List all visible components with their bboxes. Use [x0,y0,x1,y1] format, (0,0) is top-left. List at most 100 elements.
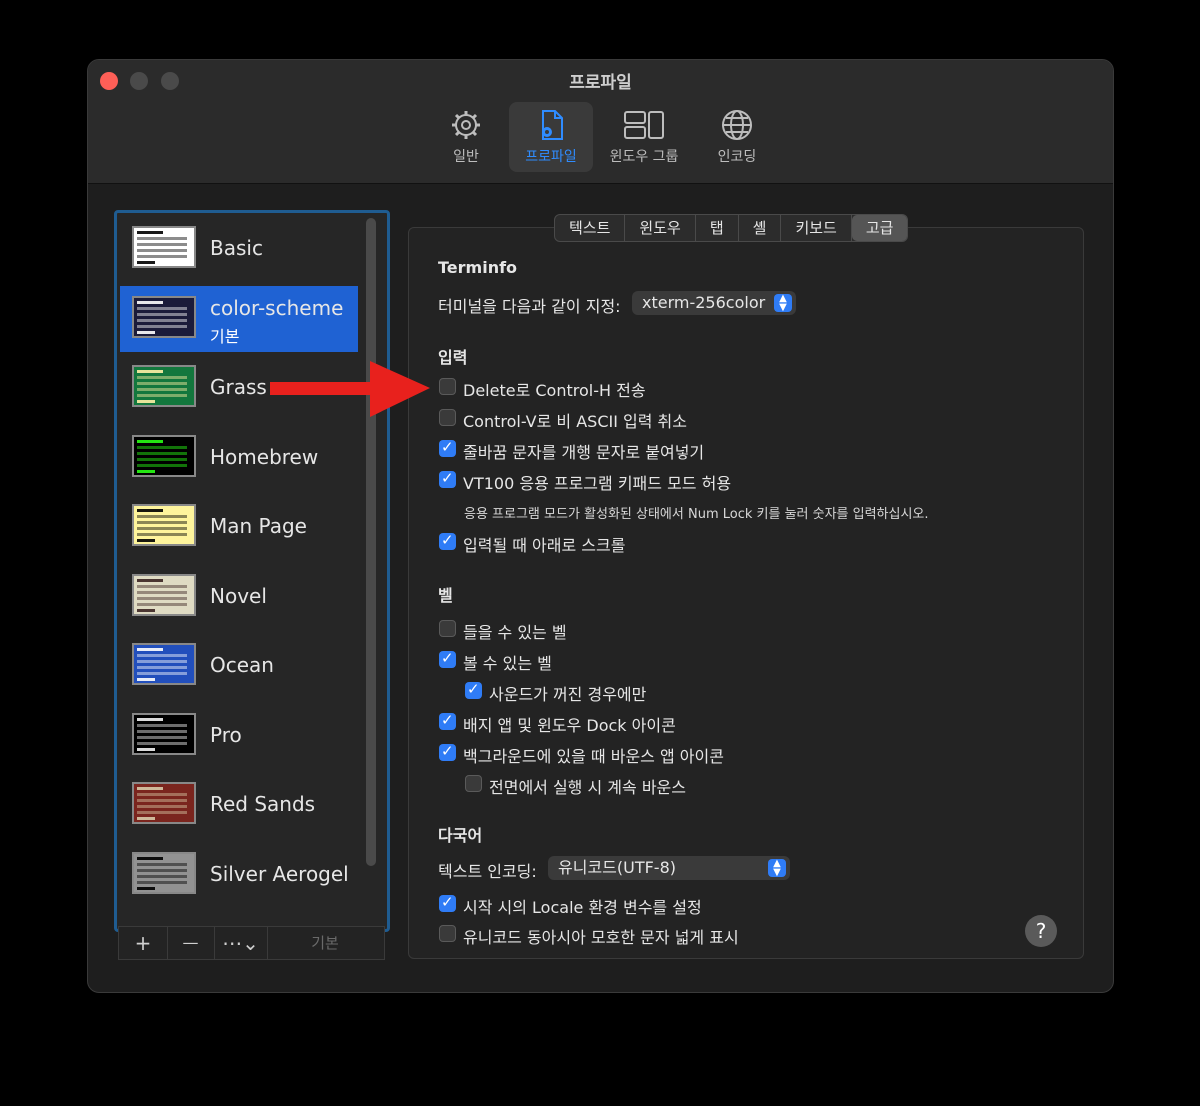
toolbar-window-groups-label: 윈도우 그룹 [609,149,679,165]
terminal-type-label: 터미널을 다음과 같이 지정: [438,297,621,316]
set-default-button[interactable]: 기본 [267,927,383,959]
more-actions-button[interactable]: ⋯⌄ [214,927,268,959]
input-option-label-1: Control-V로 비 ASCII 입력 취소 [463,412,687,431]
gear-icon [452,111,480,139]
profile-thumbnail [132,226,196,268]
profile-item-basic[interactable]: Basic [120,216,358,282]
toolbar-general[interactable]: 일반 [426,102,506,172]
bell-option-label-3: 배지 앱 및 윈도우 Dock 아이콘 [463,716,676,735]
profile-thumbnail [132,573,196,616]
bell-option-checkbox-3[interactable] [439,711,456,730]
toolbar-profiles[interactable]: 프로파일 [509,102,593,172]
profile-thumbnail [132,434,196,477]
chevron-updown-icon: ▲ ▼ [774,294,792,313]
profile-thumbnail [132,643,196,685]
intl-option-label-0: 시작 시의 Locale 환경 변수를 설정 [463,898,702,917]
profile-thumbnail [132,504,196,546]
encoding-select[interactable]: 유니코드(UTF-8) ▲ ▼ [548,856,790,880]
toolbar-encodings[interactable]: 인코딩 [697,102,777,172]
profile-name: Homebrew [210,444,319,469]
bell-option-checkbox-0[interactable] [439,620,456,637]
bell-option-checkbox-1[interactable] [439,649,456,668]
profile-item-pro[interactable]: Pro [120,703,358,769]
profile-item-homebrew[interactable]: Homebrew [120,425,358,491]
window-group-icon [624,111,664,139]
profile-list-toolbar: + — ⋯⌄ 기본 [118,926,385,960]
profile-document-icon [542,110,563,140]
profile-name: Basic [210,236,263,260]
toolbar-profiles-label: 프로파일 [525,149,577,165]
profile-name: Man Page [210,514,307,538]
intl-option-checkbox-1[interactable] [439,925,456,942]
bell-option-checkbox-4[interactable] [439,742,456,761]
profile-name: Ocean [210,653,274,677]
input-option-label-0: Delete로 Control-H 전송 [463,381,646,400]
profile-thumbnail [132,295,196,338]
scroll-on-input-checkbox[interactable] [439,531,456,550]
input-option-checkbox-2[interactable] [439,438,456,457]
bell-option-label-5: 전면에서 실행 시 계속 바운스 [489,778,686,797]
tab-text[interactable]: 텍스트 [555,215,626,241]
advanced-settings-panel [408,227,1084,959]
globe-icon [722,110,752,140]
bell-option-label-1: 볼 수 있는 벨 [463,654,552,673]
profile-item-novel[interactable]: Novel [120,564,358,630]
tab-keyboard[interactable]: 키보드 [781,215,852,241]
tab-advanced[interactable]: 고급 [851,215,908,241]
keypad-note: 응용 프로그램 모드가 활성화된 상태에서 Num Lock 키를 눌러 숫자를… [464,507,929,522]
help-button[interactable]: ? [1025,915,1057,947]
profile-item-silver-aerogel[interactable]: Silver Aerogel [120,842,358,908]
toolbar-window-groups[interactable]: 윈도우 그룹 [600,102,688,172]
terminfo-heading: Terminfo [438,258,518,277]
intl-option-checkbox-0[interactable] [439,893,456,912]
window-title: 프로파일 [569,73,632,93]
toolbar-encodings-label: 인코딩 [717,149,757,165]
terminal-type-value: xterm-256color [642,293,766,312]
profile-list[interactable]: Basic color-scheme 기본 Grass Homebrew Man Page… [114,210,390,932]
profile-item-man-page[interactable]: Man Page [120,494,358,560]
profile-name: Pro [210,722,242,747]
encoding-value: 유니코드(UTF-8) [558,858,677,877]
profile-name: Grass [210,375,267,399]
profile-item-color-scheme[interactable]: color-scheme 기본 [120,285,358,352]
bell-option-label-0: 들을 수 있는 벨 [463,623,567,642]
profile-thumbnail [132,712,196,755]
profile-default-label: 기본 [210,326,240,346]
profile-item-ocean[interactable]: Ocean [120,633,358,699]
settings-tabs: 텍스트 윈도우 탭 셸 키보드 고급 [554,214,909,242]
encoding-label: 텍스트 인코딩: [438,862,537,881]
tab-tab[interactable]: 탭 [696,215,739,241]
red-arrow-annotation [270,361,430,417]
add-profile-button[interactable]: + [119,927,168,959]
bell-option-checkbox-2[interactable] [465,680,482,699]
terminal-type-select[interactable]: xterm-256color ▲ ▼ [632,291,796,315]
profile-item-red-sands[interactable]: Red Sands [120,772,358,838]
profile-thumbnail [132,782,196,824]
bell-option-label-2: 사운드가 꺼진 경우에만 [489,685,647,704]
input-option-label-2: 줄바꿈 문자를 개행 문자로 붙여넣기 [463,443,705,462]
profile-name: Silver Aerogel [210,861,349,886]
scroll-on-input-label: 입력될 때 아래로 스크롤 [463,536,626,555]
toolbar-general-label: 일반 [453,149,479,165]
titlebar: 프로파일 일반 프로파일 윈도우 그룹 인코딩 [88,60,1113,184]
bell-option-checkbox-5[interactable] [465,775,482,792]
tab-shell[interactable]: 셸 [739,215,782,241]
intl-option-label-1: 유니코드 동아시아 모호한 문자 넓게 표시 [463,928,739,947]
tab-window[interactable]: 윈도우 [625,215,696,241]
input-option-checkbox-0[interactable] [439,378,456,395]
bell-heading: 벨 [438,586,453,605]
profile-name: color-scheme [210,295,344,320]
input-heading: 입력 [438,348,468,367]
profile-name: Red Sands [210,792,316,816]
preferences-window: 프로파일 일반 프로파일 윈도우 그룹 인코딩 Basic color-sche… [87,59,1114,993]
profile-thumbnail [132,851,196,894]
remove-profile-button[interactable]: — [167,927,215,959]
chevron-updown-icon: ▲ ▼ [768,859,786,878]
bell-option-label-4: 백그라운드에 있을 때 바운스 앱 아이콘 [463,747,724,766]
intl-heading: 다국어 [438,826,483,845]
input-option-checkbox-1[interactable] [439,409,456,426]
input-option-checkbox-3[interactable] [439,469,456,488]
input-option-label-3: VT100 응용 프로그램 키패드 모드 허용 [463,474,732,493]
scrollbar[interactable] [366,218,376,866]
profile-thumbnail [132,365,196,407]
